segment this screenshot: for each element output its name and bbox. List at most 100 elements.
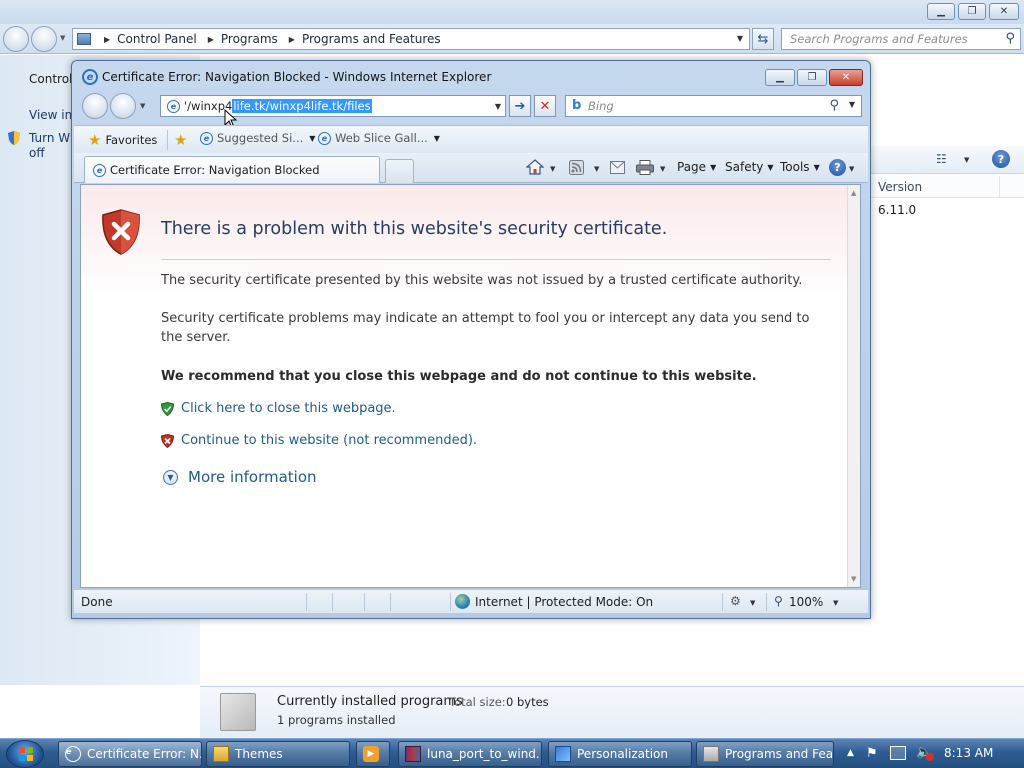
tab-certificate-error[interactable]: e Certificate Error: Navigation Blocked bbox=[84, 156, 380, 183]
error-heading: There is a problem with this website's s… bbox=[161, 219, 668, 239]
read-mail-icon[interactable] bbox=[610, 161, 625, 174]
cp-maximize-button[interactable]: ❐ bbox=[958, 3, 986, 20]
ie-search-placeholder: Bing bbox=[588, 99, 614, 113]
cp-refresh-button[interactable]: ⇆ bbox=[752, 28, 774, 50]
cp-minimize-button[interactable]: ▁ bbox=[927, 3, 955, 20]
ie-content-area: There is a problem with this website's s… bbox=[80, 184, 861, 588]
help-icon[interactable]: ? bbox=[992, 150, 1010, 168]
program-version-value: 6.11.0 bbox=[878, 203, 917, 217]
ie-maximize-button[interactable]: ❐ bbox=[797, 69, 827, 86]
continue-to-website-link[interactable]: Continue to this website (not recommende… bbox=[181, 433, 477, 448]
ie-address-bar[interactable]: e '/winxp4 life.tk/winxp4life.tk/files ▼ bbox=[160, 95, 506, 117]
cp-search-input[interactable]: Search Programs and Features ⚲ bbox=[781, 28, 1021, 50]
views-icon[interactable]: ☷ bbox=[936, 152, 947, 166]
left-pane-turn-windows-features-off[interactable]: off bbox=[29, 146, 45, 160]
feeds-icon[interactable] bbox=[569, 160, 584, 175]
home-icon[interactable] bbox=[526, 159, 544, 175]
show-hidden-icons-icon[interactable]: ▲ bbox=[847, 748, 854, 758]
ie-forward-button[interactable] bbox=[110, 93, 136, 119]
print-dropdown-icon[interactable]: ▼ bbox=[660, 165, 665, 173]
taskbar-item-programs-features[interactable]: Programs and Fea... bbox=[696, 741, 834, 767]
stop-button[interactable]: ✕ bbox=[534, 95, 556, 117]
safety-menu[interactable]: Safety ▼ bbox=[725, 160, 774, 174]
network-icon[interactable] bbox=[890, 746, 906, 760]
taskbar-item-media-player[interactable]: ▶ bbox=[356, 741, 390, 767]
new-tab-button[interactable] bbox=[385, 159, 414, 183]
search-icon[interactable]: ⚲ bbox=[829, 98, 839, 113]
left-pane-home-link[interactable]: Control bbox=[29, 72, 72, 86]
feeds-dropdown-icon[interactable]: ▼ bbox=[594, 165, 599, 173]
dropdown-icon[interactable]: ▼ bbox=[309, 134, 315, 143]
help-icon[interactable]: ? bbox=[829, 159, 846, 176]
zoom-level[interactable]: 100% bbox=[789, 595, 823, 609]
breadcrumb-arrow-icon[interactable]: ▶ bbox=[208, 35, 214, 44]
ie-search-input[interactable]: b Bing ⚲ ▼ bbox=[565, 95, 862, 117]
action-center-flag-icon[interactable]: ⚑ bbox=[866, 746, 878, 761]
column-header-version[interactable]: Version bbox=[870, 176, 1024, 198]
cp-forward-button[interactable] bbox=[31, 26, 57, 52]
zoom-icon[interactable]: ⚲ bbox=[774, 594, 783, 608]
help-dropdown-icon[interactable]: ▼ bbox=[849, 165, 854, 173]
ie-icon: e bbox=[82, 69, 98, 85]
close-webpage-link-row[interactable]: Click here to close this webpage. bbox=[161, 401, 396, 416]
cp-close-button[interactable]: ✕ bbox=[989, 3, 1019, 20]
column-version-label: Version bbox=[878, 180, 923, 194]
more-information-toggle[interactable]: ▼ More information bbox=[163, 468, 317, 486]
ie-recent-pages-icon[interactable]: ▼ bbox=[140, 102, 145, 110]
add-ons-dropdown-icon[interactable]: ▼ bbox=[750, 599, 755, 607]
suggested-sites-label: Suggested Si... bbox=[217, 131, 304, 145]
favorites-button[interactable]: ★ Favorites bbox=[88, 131, 157, 149]
notification-area: ▲ ⚑ 🔈 bbox=[840, 739, 1024, 768]
scroll-up-icon[interactable]: ▲ bbox=[851, 189, 856, 197]
cp-address-bar[interactable]: ▶ Control Panel ▶ Programs ▶ Programs an… bbox=[72, 28, 750, 50]
installed-programs-icon bbox=[220, 693, 256, 731]
web-slice-gallery-button[interactable]: e Web Slice Gall... ▼ bbox=[318, 131, 440, 145]
add-ons-icon[interactable]: ⚙ bbox=[730, 594, 741, 608]
start-button[interactable] bbox=[6, 740, 44, 768]
breadcrumb-control-panel[interactable]: Control Panel bbox=[117, 32, 197, 46]
cp-titlebar: ▁ ❐ ✕ bbox=[0, 0, 1024, 24]
zoom-dropdown-icon[interactable]: ▼ bbox=[833, 599, 838, 607]
uac-shield-icon bbox=[8, 131, 20, 145]
winrar-icon bbox=[405, 746, 421, 762]
taskbar-item-ie[interactable]: e Certificate Error: N... bbox=[58, 741, 202, 767]
taskbar-clock[interactable]: 8:13 AM bbox=[944, 746, 993, 760]
taskbar-item-winrar[interactable]: luna_port_to_wind... bbox=[398, 741, 542, 767]
continue-link-row[interactable]: Continue to this website (not recommende… bbox=[161, 433, 477, 448]
cp-recent-pages-icon[interactable]: ▼ bbox=[60, 34, 65, 42]
breadcrumb-arrow-icon[interactable]: ▶ bbox=[289, 35, 295, 44]
security-zone-text[interactable]: Internet | Protected Mode: On bbox=[475, 595, 653, 609]
ie-minimize-button[interactable]: ▁ bbox=[765, 69, 795, 86]
print-icon[interactable] bbox=[636, 160, 654, 175]
add-to-favorites-bar-button[interactable]: ★ bbox=[174, 131, 191, 149]
scroll-down-icon[interactable]: ▼ bbox=[851, 575, 856, 583]
breadcrumb-programs-and-features[interactable]: Programs and Features bbox=[302, 32, 441, 46]
taskbar: e Certificate Error: N... Themes ▶ luna_… bbox=[0, 738, 1024, 768]
home-dropdown-icon[interactable]: ▼ bbox=[550, 165, 555, 173]
vertical-scrollbar[interactable]: ▲ ▼ bbox=[847, 185, 860, 587]
address-dropdown-icon[interactable]: ▼ bbox=[494, 102, 501, 111]
go-button[interactable]: ➔ bbox=[509, 95, 531, 117]
taskbar-item-personalization[interactable]: Personalization bbox=[548, 741, 692, 767]
dropdown-icon[interactable]: ▼ bbox=[434, 134, 440, 143]
cp-back-button[interactable] bbox=[3, 26, 29, 52]
left-pane-turn-windows-features[interactable]: Turn Wi bbox=[29, 131, 73, 145]
page-menu[interactable]: Page ▼ bbox=[677, 160, 716, 174]
ie-back-button[interactable] bbox=[82, 93, 108, 119]
close-webpage-link[interactable]: Click here to close this webpage. bbox=[181, 401, 396, 416]
breadcrumb-programs[interactable]: Programs bbox=[221, 32, 278, 46]
status-divider bbox=[390, 593, 391, 611]
suggested-sites-button[interactable]: e Suggested Si... ▼ bbox=[200, 131, 315, 145]
search-options-dropdown-icon[interactable]: ▼ bbox=[849, 100, 855, 109]
search-icon[interactable]: ⚲ bbox=[1005, 31, 1015, 46]
web-slice-gallery-label: Web Slice Gall... bbox=[335, 131, 428, 145]
tools-menu[interactable]: Tools ▼ bbox=[780, 160, 820, 174]
ie-close-button[interactable]: ✕ bbox=[829, 69, 863, 86]
favorites-bar: ★ Favorites ★ e Suggested Si... ▼ e Web … bbox=[74, 125, 868, 153]
views-dropdown-icon[interactable]: ▼ bbox=[964, 156, 969, 164]
green-shield-icon bbox=[161, 401, 174, 416]
taskbar-item-themes[interactable]: Themes bbox=[206, 741, 350, 767]
status-divider bbox=[722, 593, 723, 611]
breadcrumb-arrow-icon[interactable]: ▶ bbox=[104, 35, 110, 44]
address-dropdown-icon[interactable]: ▼ bbox=[737, 34, 743, 43]
